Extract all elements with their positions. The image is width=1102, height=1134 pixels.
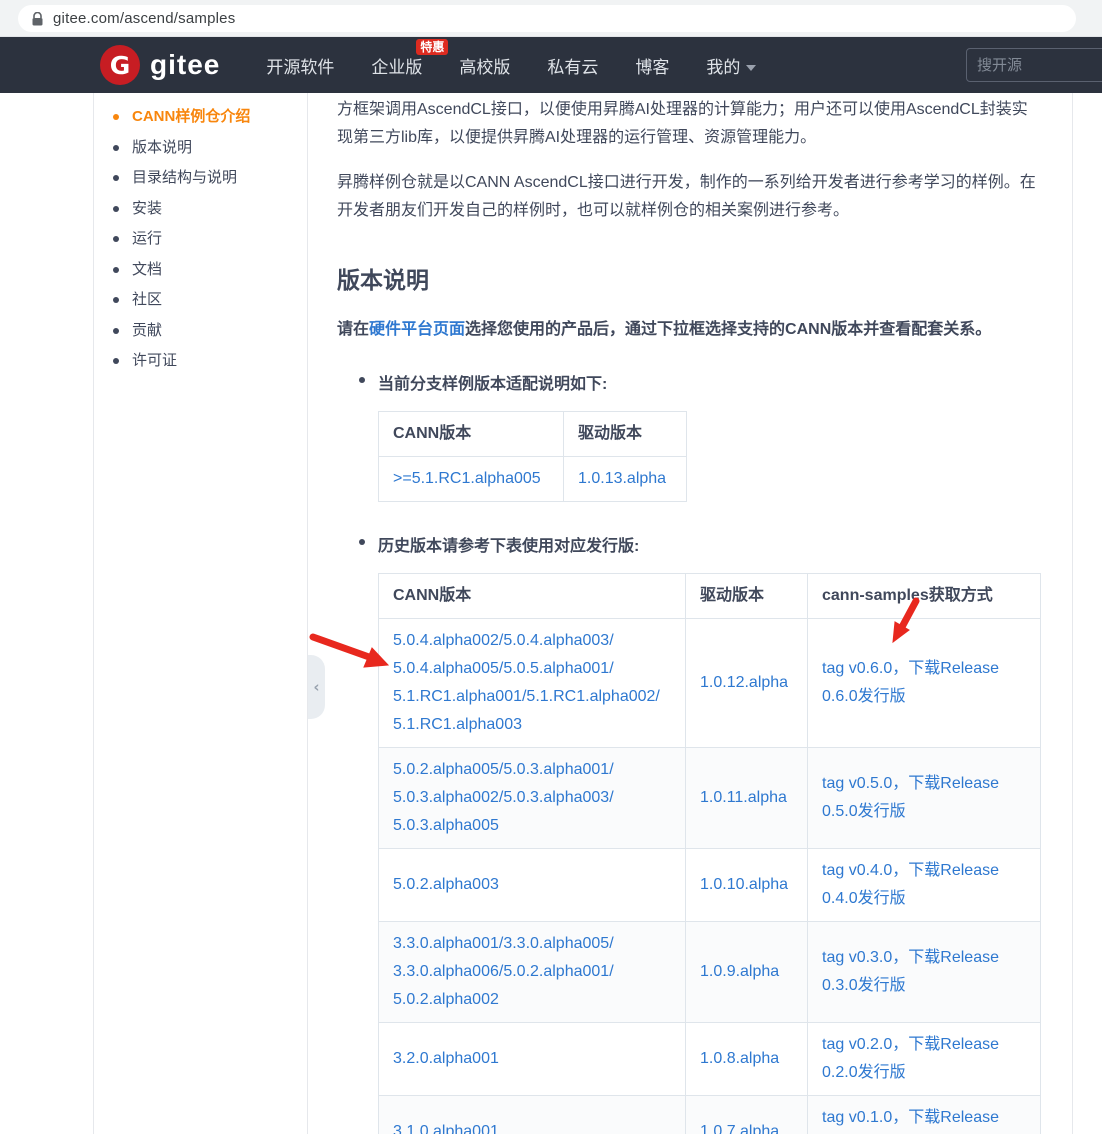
driver-version-link[interactable]: 1.0.13.alpha xyxy=(578,470,666,487)
driver-version-link[interactable]: 1.0.8.alpha xyxy=(700,1050,779,1067)
sidebar-toc: CANN样例仓介绍 版本说明 目录结构与说明 安装 运行 文档 社区 贡献 许可… xyxy=(113,108,298,383)
search-input[interactable] xyxy=(966,48,1102,82)
cann-version-link[interactable]: 3.3.0.alpha001/3.3.0.alpha005/ 3.3.0.alp… xyxy=(393,935,614,1008)
section-title-version-notes: 版本说明 xyxy=(337,267,429,293)
col-header-cann: CANN版本 xyxy=(378,411,564,457)
nav-item-mine[interactable]: 我的 xyxy=(706,53,757,78)
driver-version-link[interactable]: 1.0.7.alpha xyxy=(700,1123,779,1134)
col-header-driver: 驱动版本 xyxy=(685,573,808,619)
table-row: 5.0.2.alpha005/5.0.3.alpha001/ 5.0.3.alp… xyxy=(378,747,1041,849)
sidebar-item-cann-intro[interactable]: CANN样例仓介绍 xyxy=(113,108,298,126)
chevron-down-icon xyxy=(746,64,757,71)
content-right-border xyxy=(1072,93,1073,1134)
sidebar-item-directory[interactable]: 目录结构与说明 xyxy=(113,169,298,187)
address-bar[interactable]: gitee.com/ascend/samples xyxy=(18,5,1076,32)
tag-link[interactable]: tag v0.6.0 xyxy=(822,660,892,677)
sidebar-left-border xyxy=(93,93,94,1134)
doc-content: 方框架调用AscendCL接口，以便使用昇腾AI处理器的计算能力；用户还可以使用… xyxy=(337,96,1042,1134)
current-branch-section: 当前分支样例版本适配说明如下: CANN版本 驱动版本 >=5.1.RC1.al… xyxy=(359,370,1042,502)
nav-item-enterprise[interactable]: 企业版 特惠 xyxy=(371,38,449,78)
chevron-left-icon: ‹ xyxy=(313,678,320,696)
version-table-current: CANN版本 驱动版本 >=5.1.RC1.alpha005 1.0.13.al… xyxy=(378,411,687,502)
nav-item-education[interactable]: 高校版 xyxy=(459,53,510,78)
sidebar-item-community[interactable]: 社区 xyxy=(113,291,298,309)
sidebar-item-license[interactable]: 许可证 xyxy=(113,352,298,370)
url-text: gitee.com/ascend/samples xyxy=(53,10,236,27)
history-versions-section: 历史版本请参考下表使用对应发行版: CANN版本 驱动版本 cann-sampl… xyxy=(359,532,1042,1134)
cann-version-link[interactable]: 3.1.0.alpha001 xyxy=(393,1123,499,1134)
table-row: 3.3.0.alpha001/3.3.0.alpha005/ 3.3.0.alp… xyxy=(378,921,1041,1023)
cann-version-link[interactable]: >=5.1.RC1.alpha005 xyxy=(393,470,541,487)
cann-version-link[interactable]: 3.2.0.alpha001 xyxy=(393,1050,499,1067)
tag-link[interactable]: tag v0.2.0 xyxy=(822,1036,892,1053)
sidebar-item-run[interactable]: 运行 xyxy=(113,230,298,248)
table-row: >=5.1.RC1.alpha005 1.0.13.alpha xyxy=(378,456,687,502)
table-row: 5.0.2.alpha003 1.0.10.alpha tag v0.4.0，下… xyxy=(378,848,1041,922)
driver-version-link[interactable]: 1.0.11.alpha xyxy=(700,789,787,806)
intro-paragraph-1: 方框架调用AscendCL接口，以便使用昇腾AI处理器的计算能力；用户还可以使用… xyxy=(337,101,1028,146)
driver-version-link[interactable]: 1.0.12.alpha xyxy=(700,674,788,691)
sidebar-content-divider xyxy=(307,93,308,1134)
sidebar-collapse-handle[interactable]: ‹ xyxy=(308,655,325,719)
lock-icon xyxy=(32,11,43,25)
cann-version-link[interactable]: 5.0.2.alpha003 xyxy=(393,876,499,893)
main-nav: 开源软件 企业版 特惠 高校版 私有云 博客 我的 xyxy=(266,38,757,78)
bullet-current-branch: 当前分支样例版本适配说明如下: xyxy=(359,370,1042,394)
cann-version-link[interactable]: 5.0.2.alpha005/5.0.3.alpha001/ 5.0.3.alp… xyxy=(393,761,614,834)
site-header: G gitee 开源软件 企业版 特惠 高校版 私有云 博客 我的 xyxy=(0,37,1102,93)
table-row: 5.0.4.alpha002/5.0.4.alpha003/ 5.0.4.alp… xyxy=(378,618,1041,748)
page: gitee.com/ascend/samples G gitee 开源软件 企业… xyxy=(0,0,1102,1134)
tag-link[interactable]: tag v0.4.0 xyxy=(822,862,892,879)
driver-version-link[interactable]: 1.0.10.alpha xyxy=(700,876,788,893)
col-header-driver: 驱动版本 xyxy=(563,411,687,457)
nav-item-private-cloud[interactable]: 私有云 xyxy=(547,53,598,78)
intro-paragraph-2: 昇腾样例仓就是以CANN AscendCL接口进行开发，制作的一系列给开发者进行… xyxy=(337,174,1036,219)
sidebar-item-docs[interactable]: 文档 xyxy=(113,261,298,279)
tag-link[interactable]: tag v0.3.0 xyxy=(822,949,892,966)
table-header-row: CANN版本 驱动版本 xyxy=(378,411,687,457)
nav-item-blog[interactable]: 博客 xyxy=(635,53,669,78)
version-note: 请在硬件平台页面选择您使用的产品后，通过下拉框选择支持的CANN版本并查看配套关… xyxy=(337,321,992,338)
table-header-row: CANN版本 驱动版本 cann-samples获取方式 xyxy=(378,573,1041,619)
col-header-cann: CANN版本 xyxy=(378,573,686,619)
browser-chrome: gitee.com/ascend/samples xyxy=(0,0,1102,37)
table-row: 3.2.0.alpha001 1.0.8.alpha tag v0.2.0，下载… xyxy=(378,1022,1041,1096)
sidebar-item-install[interactable]: 安装 xyxy=(113,200,298,218)
sidebar-item-version-notes[interactable]: 版本说明 xyxy=(113,139,298,157)
gitee-logo-text: gitee xyxy=(150,49,221,80)
bullet-history-versions: 历史版本请参考下表使用对应发行版: xyxy=(359,532,1042,556)
sidebar-item-contribute[interactable]: 贡献 xyxy=(113,322,298,340)
tag-link[interactable]: tag v0.1.0 xyxy=(822,1109,892,1126)
gitee-logo-icon: G xyxy=(100,45,140,85)
version-table-history: CANN版本 驱动版本 cann-samples获取方式 5.0.4.alpha… xyxy=(378,573,1041,1134)
col-header-samples: cann-samples获取方式 xyxy=(807,573,1041,619)
cann-version-link[interactable]: 5.0.4.alpha002/5.0.4.alpha003/ 5.0.4.alp… xyxy=(393,632,660,733)
gitee-logo[interactable]: G gitee xyxy=(100,45,220,85)
table-row: 3.1.0.alpha001 1.0.7.alpha tag v0.1.0，下载… xyxy=(378,1095,1041,1134)
tag-link[interactable]: tag v0.5.0 xyxy=(822,775,892,792)
hardware-platform-link[interactable]: 硬件平台页面 xyxy=(369,321,465,338)
nav-item-opensource[interactable]: 开源软件 xyxy=(266,53,334,78)
driver-version-link[interactable]: 1.0.9.alpha xyxy=(700,963,779,980)
promo-badge: 特惠 xyxy=(416,38,449,55)
